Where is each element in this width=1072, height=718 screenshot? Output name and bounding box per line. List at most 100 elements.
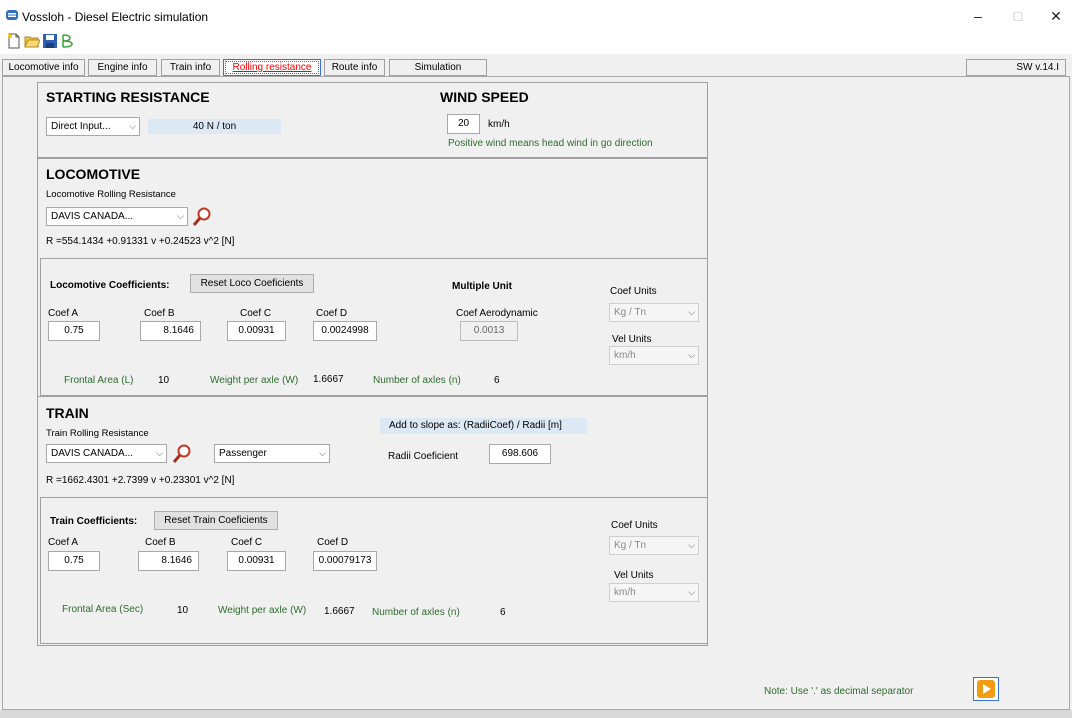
wind-speed-input[interactable]: 20 xyxy=(447,114,480,134)
train-axles-label: Number of axles (n) xyxy=(372,607,460,618)
chevron-down-icon: ⌵ xyxy=(688,540,695,550)
chevron-down-icon: ⌵ xyxy=(177,211,184,221)
tab-route-info[interactable]: Route info xyxy=(324,59,385,76)
loco-coef-a-label: Coef A xyxy=(48,308,79,319)
status-bar xyxy=(0,710,1072,718)
locomotive-formula: R =554.1434 +0.91331 v +0.24523 v^2 [N] xyxy=(46,236,235,247)
radii-coefficient-label: Radii Coeficient xyxy=(388,451,459,462)
tab-engine-info[interactable]: Engine info xyxy=(88,59,157,76)
loco-coef-b-input[interactable]: 8.1646 xyxy=(140,321,201,341)
train-coef-d-input[interactable]: 0.00079173 xyxy=(313,551,377,571)
coef-aerodynamic-label: Coef Aerodynamic xyxy=(456,308,538,319)
train-weight-value: 1.6667 xyxy=(324,606,355,617)
locomotive-subtitle: Locomotive Rolling Resistance xyxy=(46,189,176,200)
decimal-separator-note: Note: Use '.' as decimal separator xyxy=(764,686,914,697)
train-coef-d-label: Coef D xyxy=(317,537,349,548)
loco-vel-units-label: Vel Units xyxy=(612,334,652,345)
train-vel-units-select[interactable]: km/h ⌵ xyxy=(609,583,699,602)
multiple-unit-label: Multiple Unit xyxy=(452,281,512,292)
train-coef-units-select[interactable]: Kg / Tn ⌵ xyxy=(609,536,699,555)
starting-resistance-mode-value: Direct Input... xyxy=(51,121,111,132)
loco-weight-value: 1.6667 xyxy=(313,374,344,385)
app-logo-icon xyxy=(6,10,18,20)
chevron-down-icon: ⌵ xyxy=(129,121,136,131)
loco-coef-d-label: Coef D xyxy=(316,308,348,319)
loco-coef-c-input[interactable]: 0.00931 xyxy=(227,321,286,341)
train-model-value: DAVIS CANADA... xyxy=(51,448,134,459)
run-simulation-button[interactable] xyxy=(973,677,999,701)
wind-speed-unit: km/h xyxy=(488,119,510,130)
loco-coef-c-label: Coef C xyxy=(240,308,272,319)
train-formula: R =1662.4301 +2.7399 v +0.23301 v^2 [N] xyxy=(46,475,235,486)
loco-coef-units-value: Kg / Tn xyxy=(614,307,647,318)
version-label: SW v.14.I xyxy=(966,59,1066,76)
radii-coefficient-input[interactable]: 698.606 xyxy=(489,444,551,464)
maximize-button[interactable]: □ xyxy=(998,4,1038,28)
loco-coef-d-input[interactable]: 0.0024998 xyxy=(313,321,377,341)
minimize-button[interactable]: – xyxy=(958,4,998,28)
train-coef-a-input[interactable]: 0.75 xyxy=(48,551,100,571)
loco-vel-units-value: km/h xyxy=(614,350,636,361)
magnifier-icon[interactable] xyxy=(171,443,193,465)
train-coef-c-input[interactable]: 0.00931 xyxy=(227,551,286,571)
tab-train-info[interactable]: Train info xyxy=(161,59,220,76)
train-weight-label: Weight per axle (W) xyxy=(218,605,307,616)
loco-coef-a-input[interactable]: 0.75 xyxy=(48,321,100,341)
chevron-down-icon: ⌵ xyxy=(319,448,326,458)
train-model-select[interactable]: DAVIS CANADA... ⌵ xyxy=(46,444,167,463)
train-vel-units-label: Vel Units xyxy=(614,570,654,581)
train-type-value: Passenger xyxy=(219,448,267,459)
locomotive-title: LOCOMOTIVE xyxy=(46,166,141,182)
coef-aerodynamic-input[interactable]: 0.0013 xyxy=(460,321,518,341)
slope-note: Add to slope as: (RadiiCoef) / Radii [m] xyxy=(380,418,587,434)
wind-speed-note: Positive wind means head wind in go dire… xyxy=(448,138,653,149)
tab-locomotive-info[interactable]: Locomotive info xyxy=(2,59,85,76)
new-file-icon[interactable] xyxy=(6,33,22,49)
chevron-down-icon: ⌵ xyxy=(688,587,695,597)
open-folder-icon[interactable] xyxy=(24,33,40,49)
wind-speed-title: WIND SPEED xyxy=(440,89,529,105)
close-button[interactable]: ✕ xyxy=(1036,4,1072,28)
chevron-down-icon: ⌵ xyxy=(688,350,695,360)
chevron-down-icon: ⌵ xyxy=(156,448,163,458)
train-frontal-area-value: 10 xyxy=(177,605,189,616)
train-coef-units-label: Coef Units xyxy=(611,520,658,531)
train-coef-b-label: Coef B xyxy=(145,537,176,548)
reset-loco-coefficients-button[interactable]: Reset Loco Coeficients xyxy=(190,274,314,293)
save-disk-icon[interactable] xyxy=(42,33,58,49)
train-axles-value: 6 xyxy=(500,607,506,618)
loco-coef-b-label: Coef B xyxy=(144,308,175,319)
locomotive-model-select[interactable]: DAVIS CANADA... ⌵ xyxy=(46,207,188,226)
window-title: Vossloh - Diesel Electric simulation xyxy=(22,10,209,24)
locomotive-model-value: DAVIS CANADA... xyxy=(51,211,134,222)
train-coef-c-label: Coef C xyxy=(231,537,263,548)
script-icon[interactable] xyxy=(60,33,76,49)
tab-simulation[interactable]: Simulation xyxy=(389,59,487,76)
loco-axles-value: 6 xyxy=(494,375,500,386)
loco-coef-units-select[interactable]: Kg / Tn ⌵ xyxy=(609,303,699,322)
train-title: TRAIN xyxy=(46,405,89,421)
train-coef-b-input[interactable]: 8.1646 xyxy=(138,551,199,571)
train-subtitle: Train Rolling Resistance xyxy=(46,428,149,439)
train-type-select[interactable]: Passenger ⌵ xyxy=(214,444,330,463)
train-coef-units-value: Kg / Tn xyxy=(614,540,647,551)
train-frontal-area-label: Frontal Area (Sec) xyxy=(62,604,144,615)
loco-frontal-area-label: Frontal Area (L) xyxy=(64,375,134,386)
magnifier-icon[interactable] xyxy=(191,206,213,228)
train-vel-units-value: km/h xyxy=(614,587,636,598)
loco-coef-units-label: Coef Units xyxy=(610,286,657,297)
starting-resistance-mode-select[interactable]: Direct Input... ⌵ xyxy=(46,117,140,136)
starting-resistance-title: STARTING RESISTANCE xyxy=(46,89,210,105)
tab-rolling-resistance[interactable]: Rolling resistance xyxy=(223,59,321,76)
loco-weight-label: Weight per axle (W) xyxy=(210,375,299,386)
chevron-down-icon: ⌵ xyxy=(688,307,695,317)
toolbar xyxy=(0,30,1072,54)
train-coef-a-label: Coef A xyxy=(48,537,79,548)
loco-axles-label: Number of axles (n) xyxy=(373,375,461,386)
starting-resistance-value: 40 N / ton xyxy=(148,119,281,134)
play-icon xyxy=(977,680,995,698)
reset-train-coefficients-button[interactable]: Reset Train Coeficients xyxy=(154,511,278,530)
locomotive-coefficients-label: Locomotive Coefficients: xyxy=(50,280,170,291)
loco-frontal-area-value: 10 xyxy=(158,375,170,386)
loco-vel-units-select[interactable]: km/h ⌵ xyxy=(609,346,699,365)
